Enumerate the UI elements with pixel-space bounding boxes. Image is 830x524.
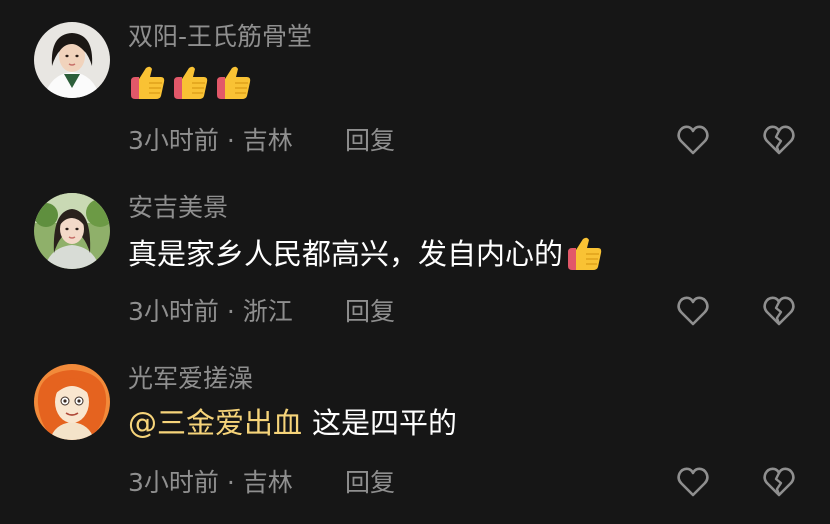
comment-text: [128, 63, 257, 103]
time-location: 3小时前 · 吉林: [128, 468, 293, 497]
time-location: 3小时前 · 吉林: [128, 126, 293, 155]
comment-meta: 3小时前 · 吉林 回复: [128, 126, 395, 156]
thumbs-up-icon: [565, 234, 605, 274]
mention-link[interactable]: @三金爱出血: [128, 405, 302, 441]
comment-meta: 3小时前 · 浙江 回复: [128, 297, 395, 327]
comment-text: 真是家乡人民都高兴，发自内心的: [128, 234, 608, 274]
comment-body: 这是四平的: [312, 406, 458, 440]
user-avatar[interactable]: [34, 193, 110, 269]
heart-outline-icon[interactable]: [675, 464, 711, 500]
comment-item: 双阳-王氏筋骨堂 3小时前 · 吉林 回复: [0, 22, 830, 182]
comment-item: 光军爱搓澡 @三金爱出血 这是四平的 3小时前 · 吉林 回复: [0, 364, 830, 524]
user-avatar[interactable]: [34, 364, 110, 440]
comment-meta: 3小时前 · 吉林 回复: [128, 468, 395, 498]
username[interactable]: 安吉美景: [128, 193, 228, 223]
comment-body: 真是家乡人民都高兴，发自内心的: [128, 237, 564, 271]
heart-outline-icon[interactable]: [675, 293, 711, 329]
user-avatar[interactable]: [34, 22, 110, 98]
comment-item: 安吉美景 真是家乡人民都高兴，发自内心的 3小时前 · 浙江 回复: [0, 193, 830, 353]
time-location: 3小时前 · 浙江: [128, 297, 293, 326]
thumbs-up-icon: [128, 63, 168, 103]
reply-button[interactable]: 回复: [345, 297, 395, 327]
comment-text: @三金爱出血 这是四平的: [128, 405, 457, 441]
username[interactable]: 双阳-王氏筋骨堂: [128, 22, 312, 52]
broken-heart-icon[interactable]: [761, 122, 797, 158]
username[interactable]: 光军爱搓澡: [128, 364, 253, 394]
reply-button[interactable]: 回复: [345, 468, 395, 498]
thumbs-up-icon: [171, 63, 211, 103]
broken-heart-icon[interactable]: [761, 293, 797, 329]
heart-outline-icon[interactable]: [675, 122, 711, 158]
broken-heart-icon[interactable]: [761, 464, 797, 500]
thumbs-up-icon: [214, 63, 254, 103]
reply-button[interactable]: 回复: [345, 126, 395, 156]
